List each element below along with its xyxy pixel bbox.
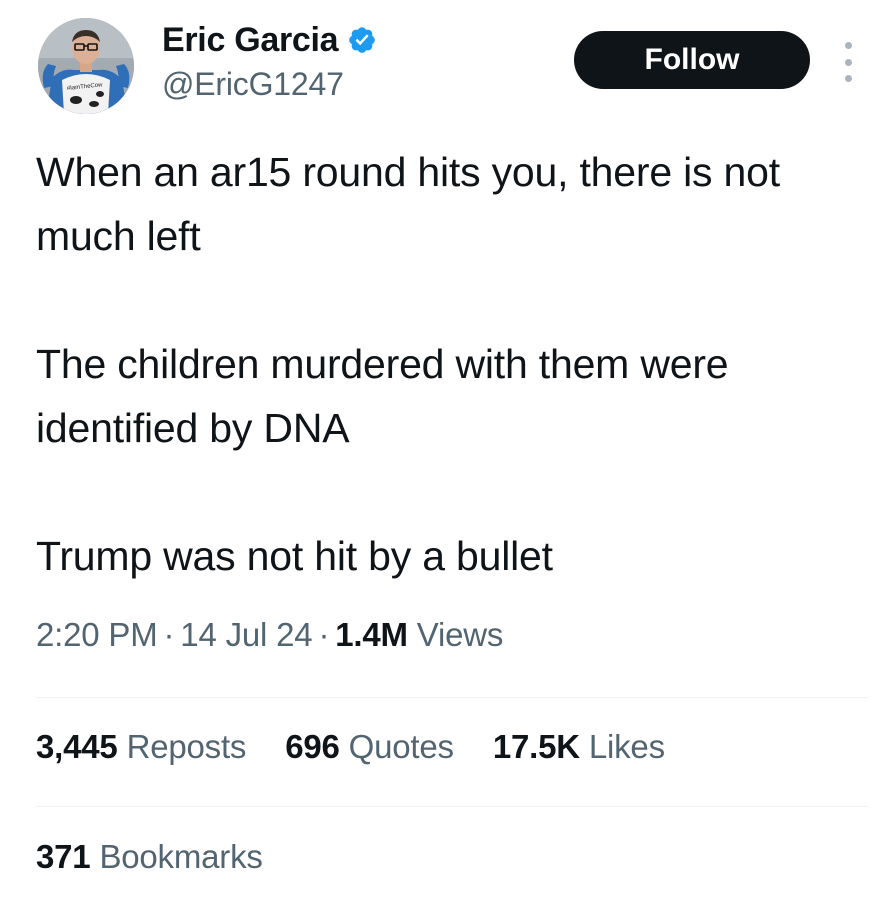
author-info: Eric Garcia @EricG1247 [162,18,377,103]
engagement-stats: 3,445 Reposts 696 Quotes 17.5K Likes [36,728,695,766]
more-dot [844,42,852,49]
author-handle[interactable]: @EricG1247 [162,66,377,103]
follow-button[interactable]: Follow [574,31,810,89]
tweet-paragraph: Trump was not hit by a bullet [36,533,553,579]
bookmarks-count: 371 [36,838,91,875]
likes-stat[interactable]: 17.5K Likes [493,728,665,766]
divider [36,806,868,807]
tweet-time[interactable]: 2:20 PM [36,616,158,653]
tweet-meta: 2:20 PM · 14 Jul 24 · 1.4M Views [36,616,503,654]
quotes-stat[interactable]: 696 Quotes [285,728,454,766]
bookmarks-label: Bookmarks [99,838,263,875]
tweet-date[interactable]: 14 Jul 24 [180,616,312,653]
tweet-header: #IamTheCow Eric Garcia @EricG1247 Follow [38,18,858,118]
reposts-stat[interactable]: 3,445 Reposts [36,728,246,766]
quotes-label: Quotes [348,728,454,765]
display-name[interactable]: Eric Garcia [162,21,339,60]
meta-separator: · [163,616,175,653]
quotes-count: 696 [285,728,340,765]
divider [36,697,868,698]
views-count: 1.4M [335,616,408,653]
avatar-image: #IamTheCow [38,18,134,114]
avatar[interactable]: #IamTheCow [38,18,134,114]
more-vertical-icon[interactable] [838,42,858,82]
tweet-paragraph: When an ar15 round hits you, there is no… [36,149,780,259]
views-label: Views [416,616,504,653]
reposts-label: Reposts [126,728,247,765]
meta-separator: · [318,616,330,653]
bookmarks-stat-inner: 371 Bookmarks [36,838,263,876]
display-name-row: Eric Garcia [162,18,377,62]
bookmarks-stat[interactable]: 371 Bookmarks [36,838,293,876]
likes-label: Likes [588,728,665,765]
more-dot [844,58,852,66]
tweet-paragraph: The children murdered with them were ide… [36,341,729,451]
tweet-text: When an ar15 round hits you, there is no… [36,140,866,588]
reposts-count: 3,445 [36,728,118,765]
likes-count: 17.5K [492,728,580,765]
more-dot [844,75,852,82]
verified-badge-icon[interactable] [347,25,377,55]
